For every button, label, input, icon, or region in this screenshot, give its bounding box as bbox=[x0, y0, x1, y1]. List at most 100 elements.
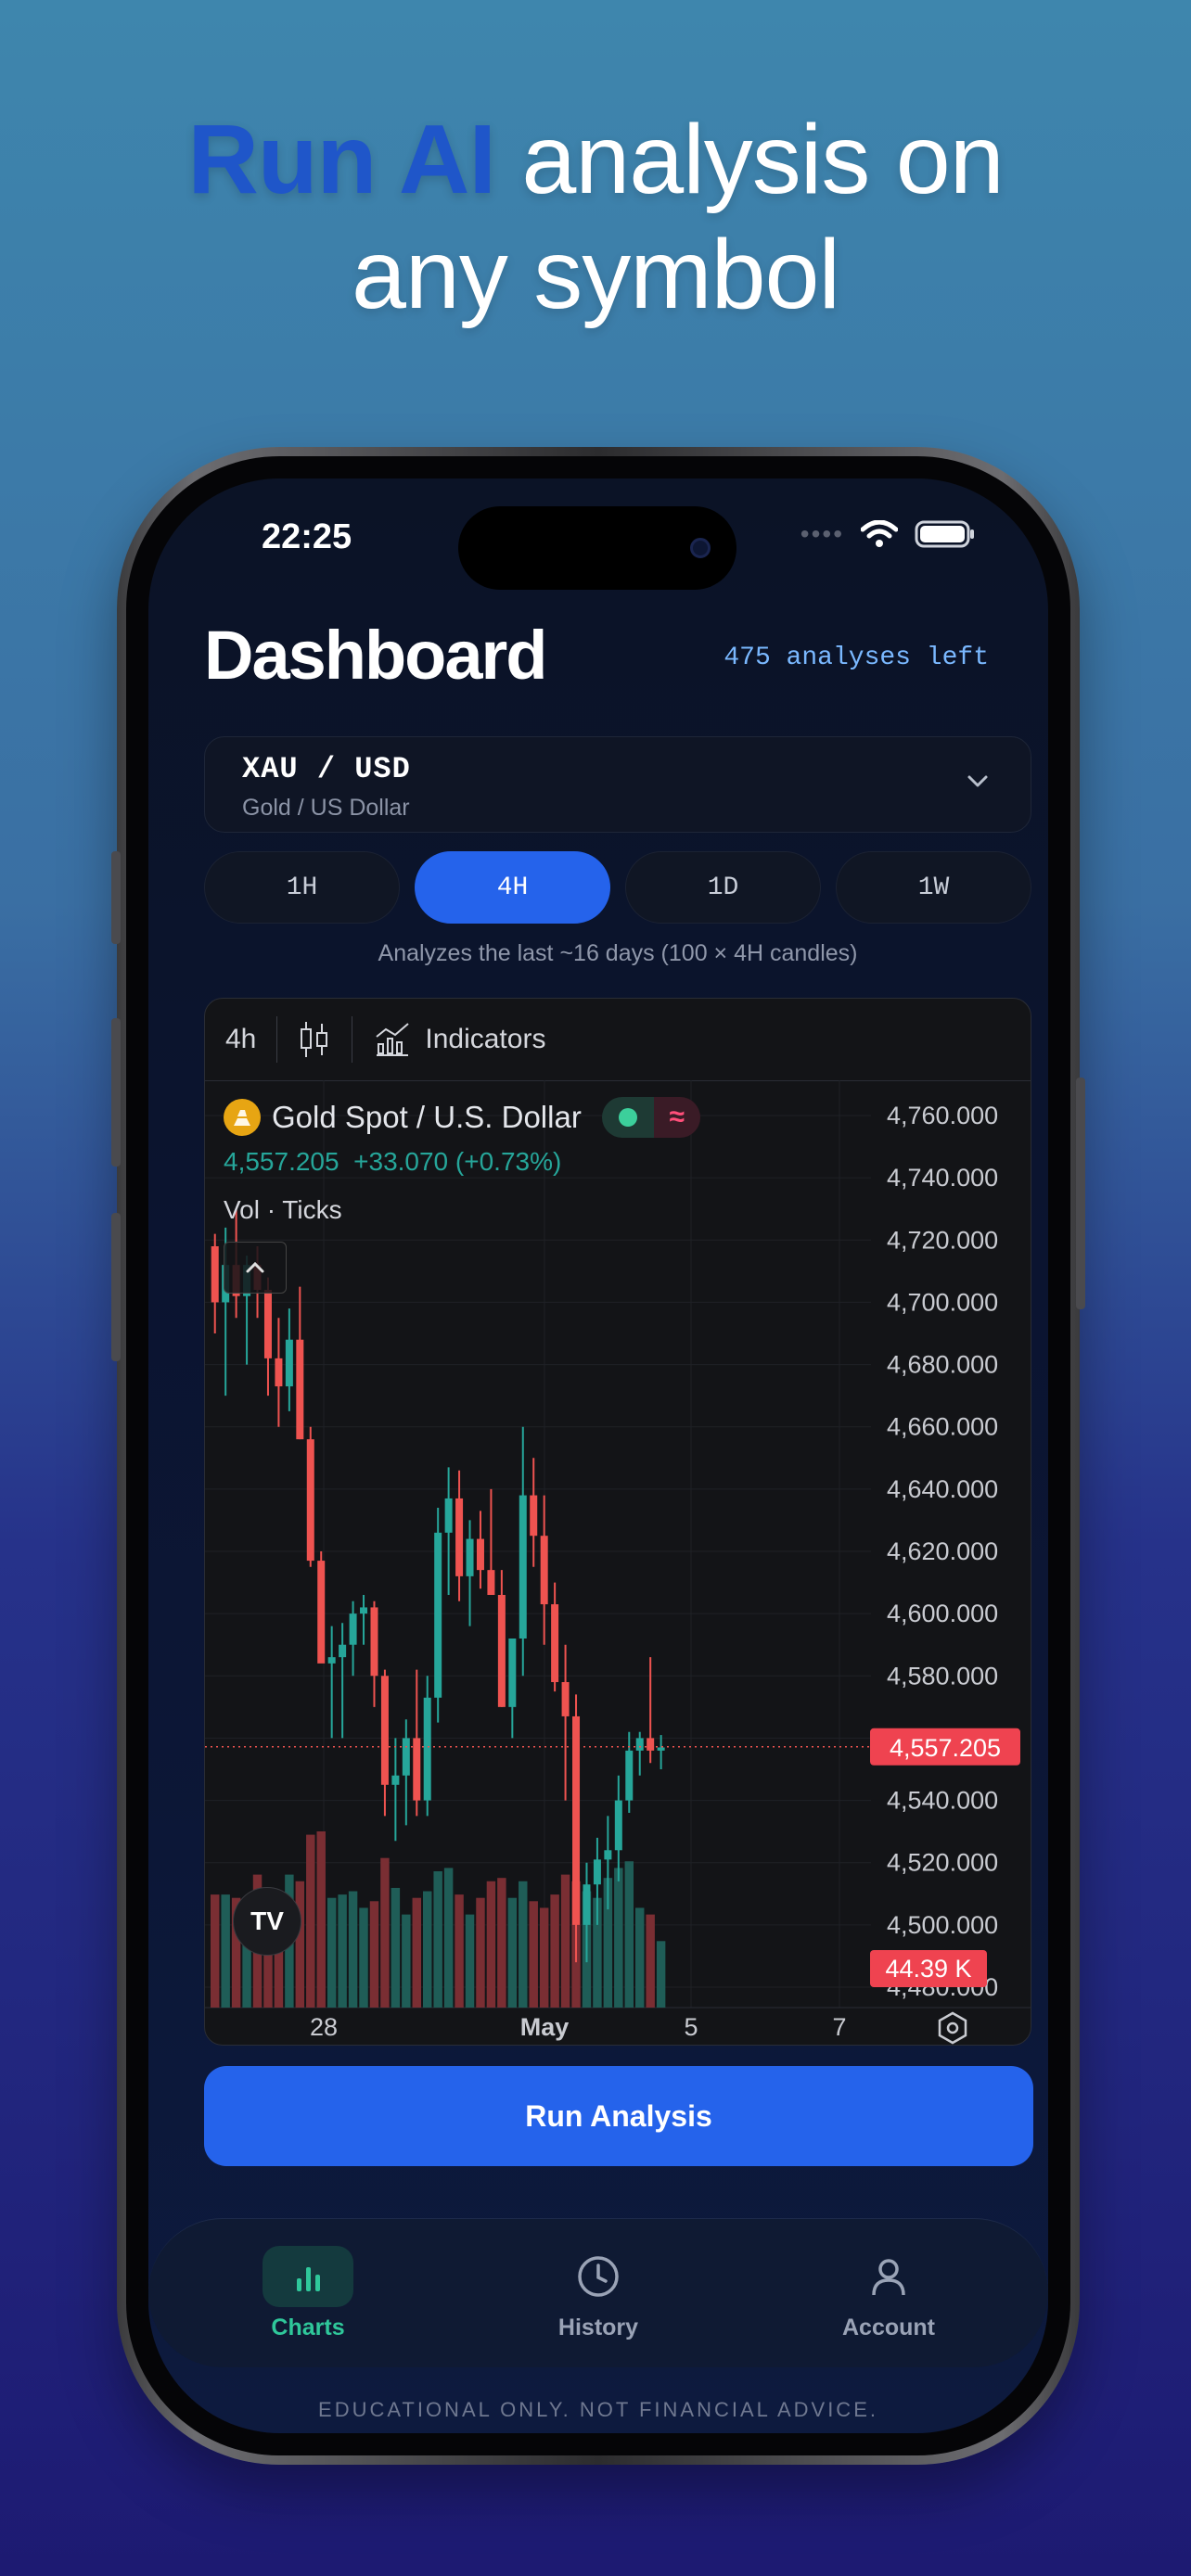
volume-bar bbox=[507, 1897, 518, 2008]
volume-bar bbox=[348, 1891, 358, 2008]
indicators-icon bbox=[376, 1023, 410, 1056]
volume-bar bbox=[402, 1914, 411, 2008]
candle-style-button[interactable] bbox=[277, 999, 352, 1080]
volume-bar bbox=[211, 1894, 220, 2008]
volume-bar bbox=[369, 1901, 379, 2008]
gold-bars-icon bbox=[224, 1099, 261, 1136]
candle-body bbox=[423, 1697, 431, 1801]
timeframe-1h[interactable]: 1H bbox=[204, 851, 400, 924]
candle-body bbox=[583, 1884, 591, 1925]
x-tick-label: May bbox=[520, 2013, 570, 2041]
candle-body bbox=[519, 1495, 527, 1639]
candle-body bbox=[402, 1738, 410, 1776]
candle-body bbox=[604, 1850, 612, 1860]
volume-bar bbox=[635, 1907, 645, 2008]
candle-body bbox=[614, 1800, 622, 1851]
status-icons: •••• bbox=[800, 519, 976, 549]
candle-body bbox=[444, 1498, 453, 1533]
candle-body bbox=[360, 1607, 368, 1614]
y-tick-label: 4,740.000 bbox=[887, 1164, 998, 1192]
candle-body bbox=[285, 1339, 293, 1387]
timeframe-selector: 1H 4H 1D 1W bbox=[204, 851, 1031, 924]
y-tick-label: 4,500.000 bbox=[887, 1911, 998, 1939]
volume-bar bbox=[624, 1861, 634, 2008]
volume-bar bbox=[338, 1894, 347, 2008]
run-analysis-button[interactable]: Run Analysis bbox=[204, 2066, 1033, 2166]
candle-body bbox=[434, 1532, 442, 1698]
tab-history-label: History bbox=[557, 2314, 639, 2340]
user-icon bbox=[843, 2246, 934, 2307]
volume-bar bbox=[539, 1907, 549, 2008]
volume-bar bbox=[423, 1891, 432, 2008]
y-tick-label: 4,540.000 bbox=[887, 1787, 998, 1815]
y-tick-label: 4,700.000 bbox=[887, 1288, 998, 1316]
volume-bar bbox=[497, 1878, 506, 2008]
candle-body bbox=[530, 1495, 538, 1537]
indicators-button[interactable]: Indicators bbox=[352, 999, 566, 1080]
battery-icon bbox=[915, 520, 974, 548]
y-tick-label: 4,660.000 bbox=[887, 1413, 998, 1441]
volume-bar bbox=[295, 1881, 305, 2008]
timeframe-1d[interactable]: 1D bbox=[625, 851, 821, 924]
volume-bar bbox=[486, 1881, 496, 2008]
tab-account[interactable]: Account bbox=[796, 2219, 981, 2367]
y-tick-label: 4,580.000 bbox=[887, 1662, 998, 1690]
chart-toolbar: 4h Indicators bbox=[205, 999, 1031, 1081]
volume-bar bbox=[455, 1894, 464, 2008]
y-tick-label: 4,620.000 bbox=[887, 1537, 998, 1565]
chart-canvas[interactable]: 4,760.000 4,740.000 4,720.000 4,700.000 4,68… bbox=[205, 1080, 1031, 2045]
y-tick-label: 4,760.000 bbox=[887, 1102, 998, 1129]
candle-body bbox=[476, 1538, 484, 1571]
volume-bar bbox=[614, 1868, 623, 2008]
candle-body bbox=[647, 1738, 655, 1751]
volume-bar bbox=[465, 1914, 475, 2008]
candle-body bbox=[275, 1358, 283, 1387]
tab-history[interactable]: History bbox=[506, 2219, 691, 2367]
candle-body bbox=[391, 1775, 400, 1785]
disclaimer-text: EDUCATIONAL ONLY. NOT FINANCIAL ADVICE. bbox=[318, 2398, 878, 2421]
candle-body bbox=[306, 1439, 314, 1562]
y-tick-label: 4,520.000 bbox=[887, 1849, 998, 1877]
candle-body bbox=[455, 1498, 464, 1576]
x-tick-label: 7 bbox=[832, 2013, 846, 2041]
timeframe-1w[interactable]: 1W bbox=[836, 851, 1031, 924]
volume-bar bbox=[529, 1901, 538, 2008]
symbol-code: XAU / USD bbox=[242, 752, 411, 786]
candle-body bbox=[349, 1613, 357, 1645]
collapse-legend-button[interactable] bbox=[224, 1242, 287, 1294]
indicators-label: Indicators bbox=[425, 1024, 546, 1054]
page-title: Dashboard bbox=[204, 617, 548, 694]
interval-button[interactable]: 4h bbox=[205, 999, 276, 1080]
analyses-left-counter: 475 analyses left bbox=[724, 644, 989, 672]
chart-change: +33.070 (+0.73%) bbox=[353, 1147, 562, 1176]
volume-indicator-label: Vol · Ticks bbox=[224, 1195, 342, 1224]
volume-bar bbox=[391, 1887, 401, 2008]
symbol-selector[interactable]: XAU / USD Gold / US Dollar bbox=[204, 736, 1031, 833]
timeframe-caption: Analyzes the last ~16 days (100 × 4H can… bbox=[378, 940, 858, 966]
candle-body bbox=[380, 1676, 389, 1785]
price-chart: 4h Indicators 4,760.000 4,740.000 4,720.… bbox=[204, 998, 1031, 2046]
tab-charts[interactable]: Charts bbox=[215, 2219, 401, 2367]
candle-body bbox=[593, 1859, 601, 1885]
chart-last-price: 4,557.205 bbox=[224, 1147, 339, 1176]
chevron-down-icon bbox=[967, 775, 988, 787]
status-pill: ≈ bbox=[601, 1097, 700, 1138]
volume-bar bbox=[380, 1857, 390, 2008]
volume-bar bbox=[221, 1894, 230, 2008]
candle-body bbox=[466, 1538, 474, 1576]
tradingview-logo[interactable]: TV bbox=[233, 1887, 301, 1956]
hero-headline: Run AI analysis on any symbol bbox=[0, 102, 1191, 332]
wifi-icon bbox=[861, 520, 898, 547]
wave-icon: ≈ bbox=[653, 1097, 700, 1138]
candle-body bbox=[635, 1738, 644, 1751]
candle-body bbox=[625, 1750, 634, 1801]
candle-body bbox=[339, 1644, 347, 1658]
candle-body bbox=[551, 1604, 559, 1682]
timeframe-4h[interactable]: 4H bbox=[415, 851, 610, 924]
symbol-name: Gold / US Dollar bbox=[242, 795, 410, 821]
volume-bar bbox=[646, 1914, 655, 2008]
last-price-label: 4,557.205 bbox=[890, 1734, 1001, 1762]
volume-bar bbox=[519, 1881, 528, 2008]
candle-body bbox=[540, 1536, 548, 1605]
hero-accent: Run AI bbox=[187, 105, 496, 214]
